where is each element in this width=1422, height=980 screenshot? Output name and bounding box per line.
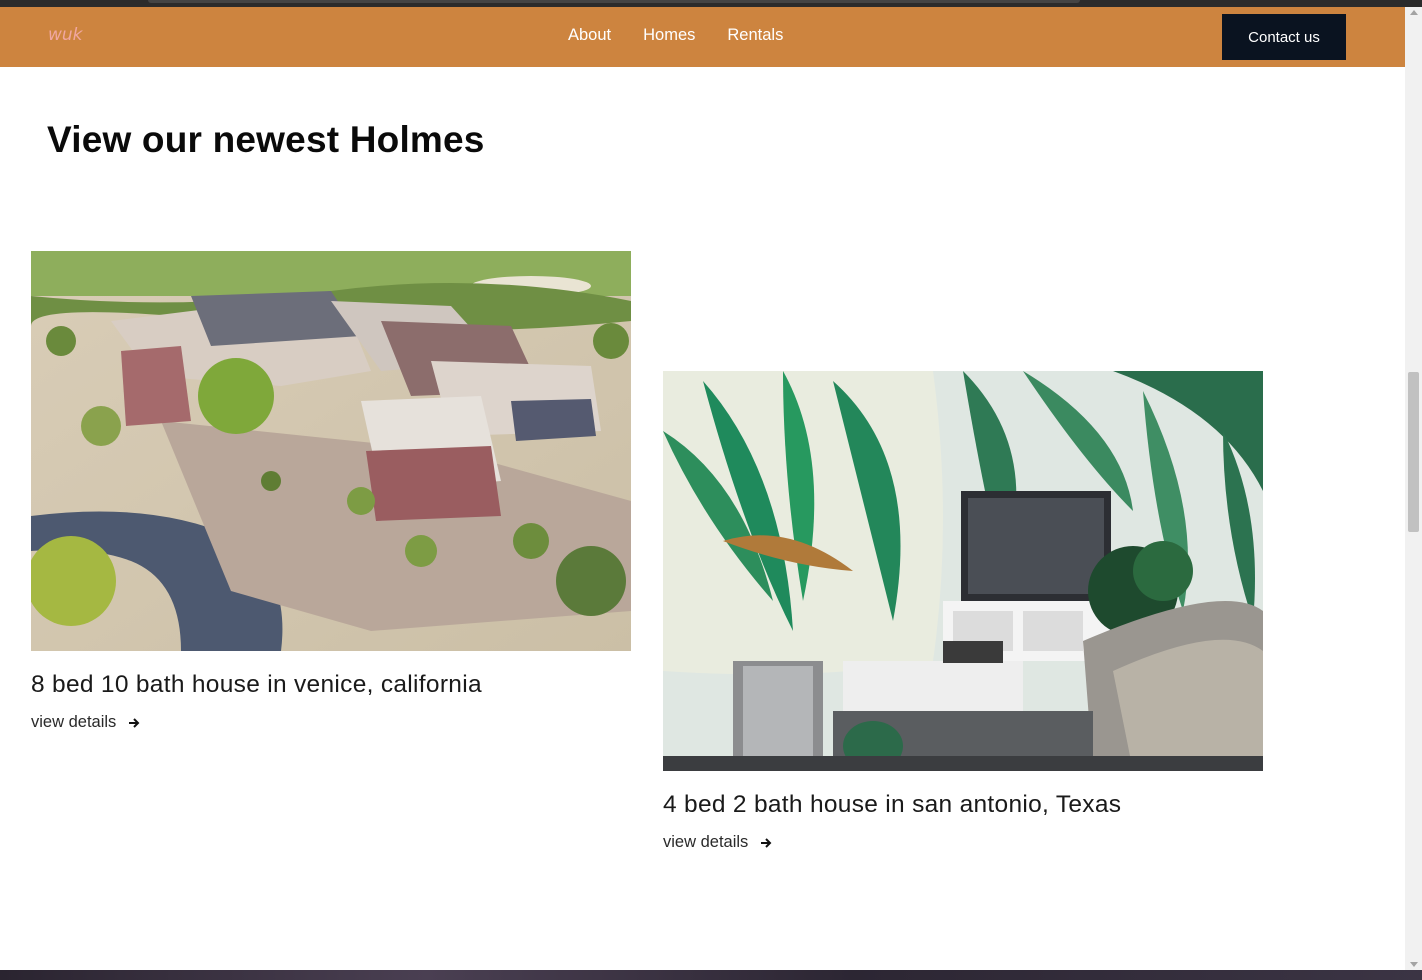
- navbar: wuk About Homes Rentals Contact us: [0, 7, 1405, 67]
- listing-card: 8 bed 10 bath house in venice, californi…: [31, 251, 631, 732]
- aerial-house-image[interactable]: [31, 251, 631, 651]
- nav-link-rentals[interactable]: Rentals: [727, 26, 783, 45]
- browser-chrome-top: [0, 0, 1422, 7]
- listing-title: 4 bed 2 bath house in san antonio, Texas: [663, 791, 1122, 818]
- desktop-background-strip: [0, 970, 1422, 980]
- living-room-image[interactable]: [663, 371, 1263, 771]
- vertical-scrollbar[interactable]: [1405, 7, 1422, 970]
- contact-us-button[interactable]: Contact us: [1222, 14, 1346, 60]
- view-details-label: view details: [663, 833, 749, 851]
- scrollbar-thumb[interactable]: [1408, 372, 1419, 532]
- arrow-right-icon: [761, 837, 772, 848]
- page-viewport: wuk About Homes Rentals Contact us View …: [0, 7, 1405, 970]
- nav-link-about[interactable]: About: [568, 26, 611, 45]
- listing-title: 8 bed 10 bath house in venice, californi…: [31, 671, 482, 698]
- page-title: View our newest Holmes: [47, 119, 485, 160]
- nav-link-homes[interactable]: Homes: [643, 26, 695, 45]
- nav-links: About Homes Rentals: [568, 26, 815, 45]
- scroll-down-icon[interactable]: [1410, 962, 1418, 967]
- site-logo[interactable]: wuk: [48, 25, 83, 45]
- scroll-up-icon[interactable]: [1410, 10, 1418, 15]
- view-details-label: view details: [31, 713, 117, 731]
- arrow-right-icon: [129, 717, 140, 728]
- view-details-link[interactable]: view details: [663, 833, 772, 852]
- listing-card: 4 bed 2 bath house in san antonio, Texas…: [663, 371, 1263, 852]
- browser-tab-strip: [148, 0, 1080, 3]
- view-details-link[interactable]: view details: [31, 713, 140, 732]
